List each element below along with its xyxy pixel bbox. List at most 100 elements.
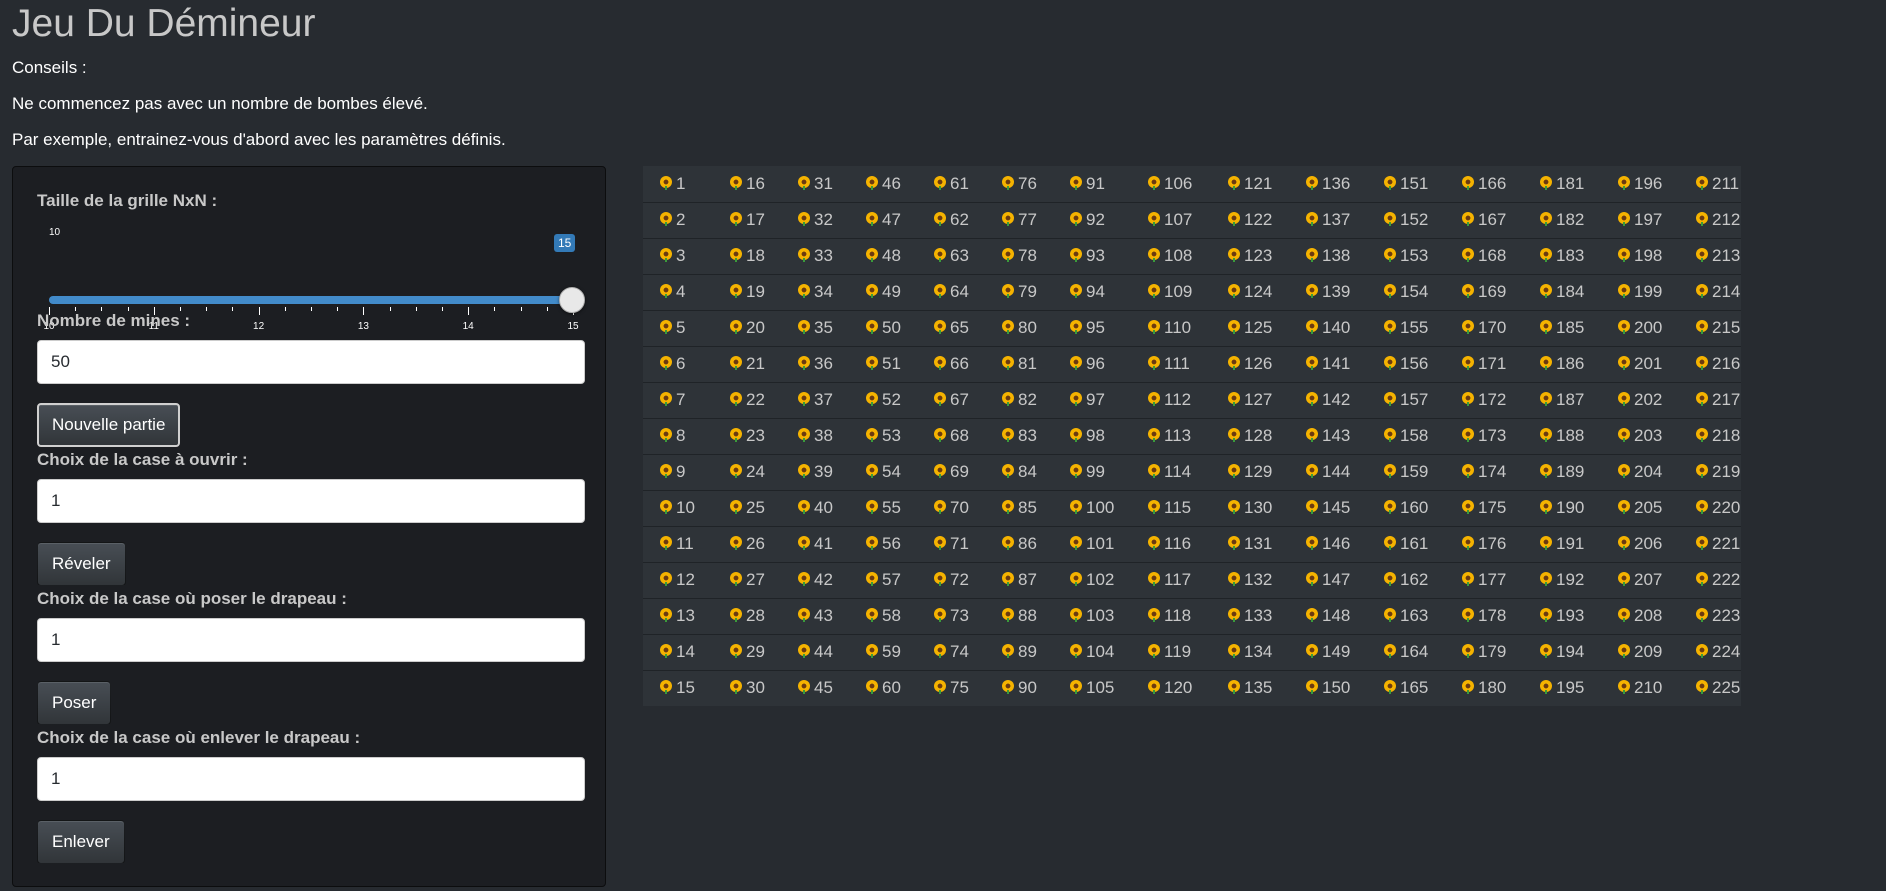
board-cell[interactable]: 131 <box>1211 525 1289 562</box>
board-cell[interactable]: 101 <box>1053 525 1131 562</box>
board-cell[interactable]: 169 <box>1445 273 1523 310</box>
board-cell[interactable]: 38 <box>781 417 849 454</box>
board-cell[interactable]: 173 <box>1445 417 1523 454</box>
board-cell[interactable]: 119 <box>1131 633 1211 670</box>
board-cell[interactable]: 99 <box>1053 453 1131 490</box>
board-cell[interactable]: 201 <box>1601 345 1679 382</box>
board-cell[interactable]: 18 <box>713 237 781 274</box>
board-cell[interactable]: 5 <box>643 309 713 346</box>
board-cell[interactable]: 3 <box>643 237 713 274</box>
board-cell[interactable]: 197 <box>1601 201 1679 238</box>
board-cell[interactable]: 60 <box>849 669 917 706</box>
board-cell[interactable]: 66 <box>917 345 985 382</box>
board-cell[interactable]: 157 <box>1367 381 1445 418</box>
board-cell[interactable]: 39 <box>781 453 849 490</box>
board-cell[interactable]: 32 <box>781 201 849 238</box>
board-cell[interactable]: 35 <box>781 309 849 346</box>
board-cell[interactable]: 198 <box>1601 237 1679 274</box>
board-cell[interactable]: 142 <box>1289 381 1367 418</box>
board-cell[interactable]: 69 <box>917 453 985 490</box>
board-cell[interactable]: 221 <box>1679 525 1741 562</box>
board-cell[interactable]: 211 <box>1679 166 1741 202</box>
board-cell[interactable]: 88 <box>985 597 1053 634</box>
board-cell[interactable]: 204 <box>1601 453 1679 490</box>
board-cell[interactable]: 6 <box>643 345 713 382</box>
board-cell[interactable]: 112 <box>1131 381 1211 418</box>
board-cell[interactable]: 191 <box>1523 525 1601 562</box>
board-cell[interactable]: 9 <box>643 453 713 490</box>
board-cell[interactable]: 85 <box>985 489 1053 526</box>
board-cell[interactable]: 181 <box>1523 166 1601 202</box>
board-cell[interactable]: 77 <box>985 201 1053 238</box>
board-cell[interactable]: 93 <box>1053 237 1131 274</box>
board-cell[interactable]: 59 <box>849 633 917 670</box>
board-cell[interactable]: 192 <box>1523 561 1601 598</box>
board-cell[interactable]: 57 <box>849 561 917 598</box>
board-cell[interactable]: 199 <box>1601 273 1679 310</box>
board-cell[interactable]: 187 <box>1523 381 1601 418</box>
board-cell[interactable]: 121 <box>1211 166 1289 202</box>
board-cell[interactable]: 223 <box>1679 597 1741 634</box>
board-cell[interactable]: 25 <box>713 489 781 526</box>
board-cell[interactable]: 82 <box>985 381 1053 418</box>
board-cell[interactable]: 146 <box>1289 525 1367 562</box>
board-cell[interactable]: 29 <box>713 633 781 670</box>
board-cell[interactable]: 42 <box>781 561 849 598</box>
board-cell[interactable]: 216 <box>1679 345 1741 382</box>
board-cell[interactable]: 45 <box>781 669 849 706</box>
board-cell[interactable]: 143 <box>1289 417 1367 454</box>
board-cell[interactable]: 217 <box>1679 381 1741 418</box>
board-cell[interactable]: 11 <box>643 525 713 562</box>
board-cell[interactable]: 156 <box>1367 345 1445 382</box>
board-cell[interactable]: 152 <box>1367 201 1445 238</box>
board-cell[interactable]: 194 <box>1523 633 1601 670</box>
board-cell[interactable]: 185 <box>1523 309 1601 346</box>
board-cell[interactable]: 118 <box>1131 597 1211 634</box>
reveal-cell-input[interactable] <box>37 479 585 523</box>
board-cell[interactable]: 92 <box>1053 201 1131 238</box>
board-cell[interactable]: 44 <box>781 633 849 670</box>
board-cell[interactable]: 208 <box>1601 597 1679 634</box>
board-cell[interactable]: 96 <box>1053 345 1131 382</box>
board-cell[interactable]: 161 <box>1367 525 1445 562</box>
board-cell[interactable]: 130 <box>1211 489 1289 526</box>
board-cell[interactable]: 100 <box>1053 489 1131 526</box>
board-cell[interactable]: 127 <box>1211 381 1289 418</box>
board-cell[interactable]: 140 <box>1289 309 1367 346</box>
board-cell[interactable]: 116 <box>1131 525 1211 562</box>
board-cell[interactable]: 225 <box>1679 669 1741 706</box>
board-cell[interactable]: 171 <box>1445 345 1523 382</box>
board-cell[interactable]: 132 <box>1211 561 1289 598</box>
board-cell[interactable]: 149 <box>1289 633 1367 670</box>
board-cell[interactable]: 68 <box>917 417 985 454</box>
board-cell[interactable]: 84 <box>985 453 1053 490</box>
board-cell[interactable]: 21 <box>713 345 781 382</box>
board-cell[interactable]: 78 <box>985 237 1053 274</box>
board-cell[interactable]: 141 <box>1289 345 1367 382</box>
board-cell[interactable]: 74 <box>917 633 985 670</box>
board-cell[interactable]: 222 <box>1679 561 1741 598</box>
grid-size-slider[interactable]: 10 15 10 11 12 13 14 15 <box>37 215 585 332</box>
mines-input[interactable] <box>37 340 585 384</box>
board-cell[interactable]: 134 <box>1211 633 1289 670</box>
board-cell[interactable]: 215 <box>1679 309 1741 346</box>
board-cell[interactable]: 123 <box>1211 237 1289 274</box>
board-cell[interactable]: 10 <box>643 489 713 526</box>
board-cell[interactable]: 53 <box>849 417 917 454</box>
board-cell[interactable]: 90 <box>985 669 1053 706</box>
board-cell[interactable]: 26 <box>713 525 781 562</box>
board-cell[interactable]: 52 <box>849 381 917 418</box>
board-cell[interactable]: 36 <box>781 345 849 382</box>
board-cell[interactable]: 91 <box>1053 166 1131 202</box>
board-cell[interactable]: 147 <box>1289 561 1367 598</box>
board-cell[interactable]: 102 <box>1053 561 1131 598</box>
board-cell[interactable]: 139 <box>1289 273 1367 310</box>
board-cell[interactable]: 55 <box>849 489 917 526</box>
board-cell[interactable]: 202 <box>1601 381 1679 418</box>
slider-handle[interactable] <box>559 287 585 313</box>
board-cell[interactable]: 103 <box>1053 597 1131 634</box>
board-cell[interactable]: 49 <box>849 273 917 310</box>
board-cell[interactable]: 163 <box>1367 597 1445 634</box>
new-game-button[interactable]: Nouvelle partie <box>37 403 181 447</box>
board-cell[interactable]: 62 <box>917 201 985 238</box>
